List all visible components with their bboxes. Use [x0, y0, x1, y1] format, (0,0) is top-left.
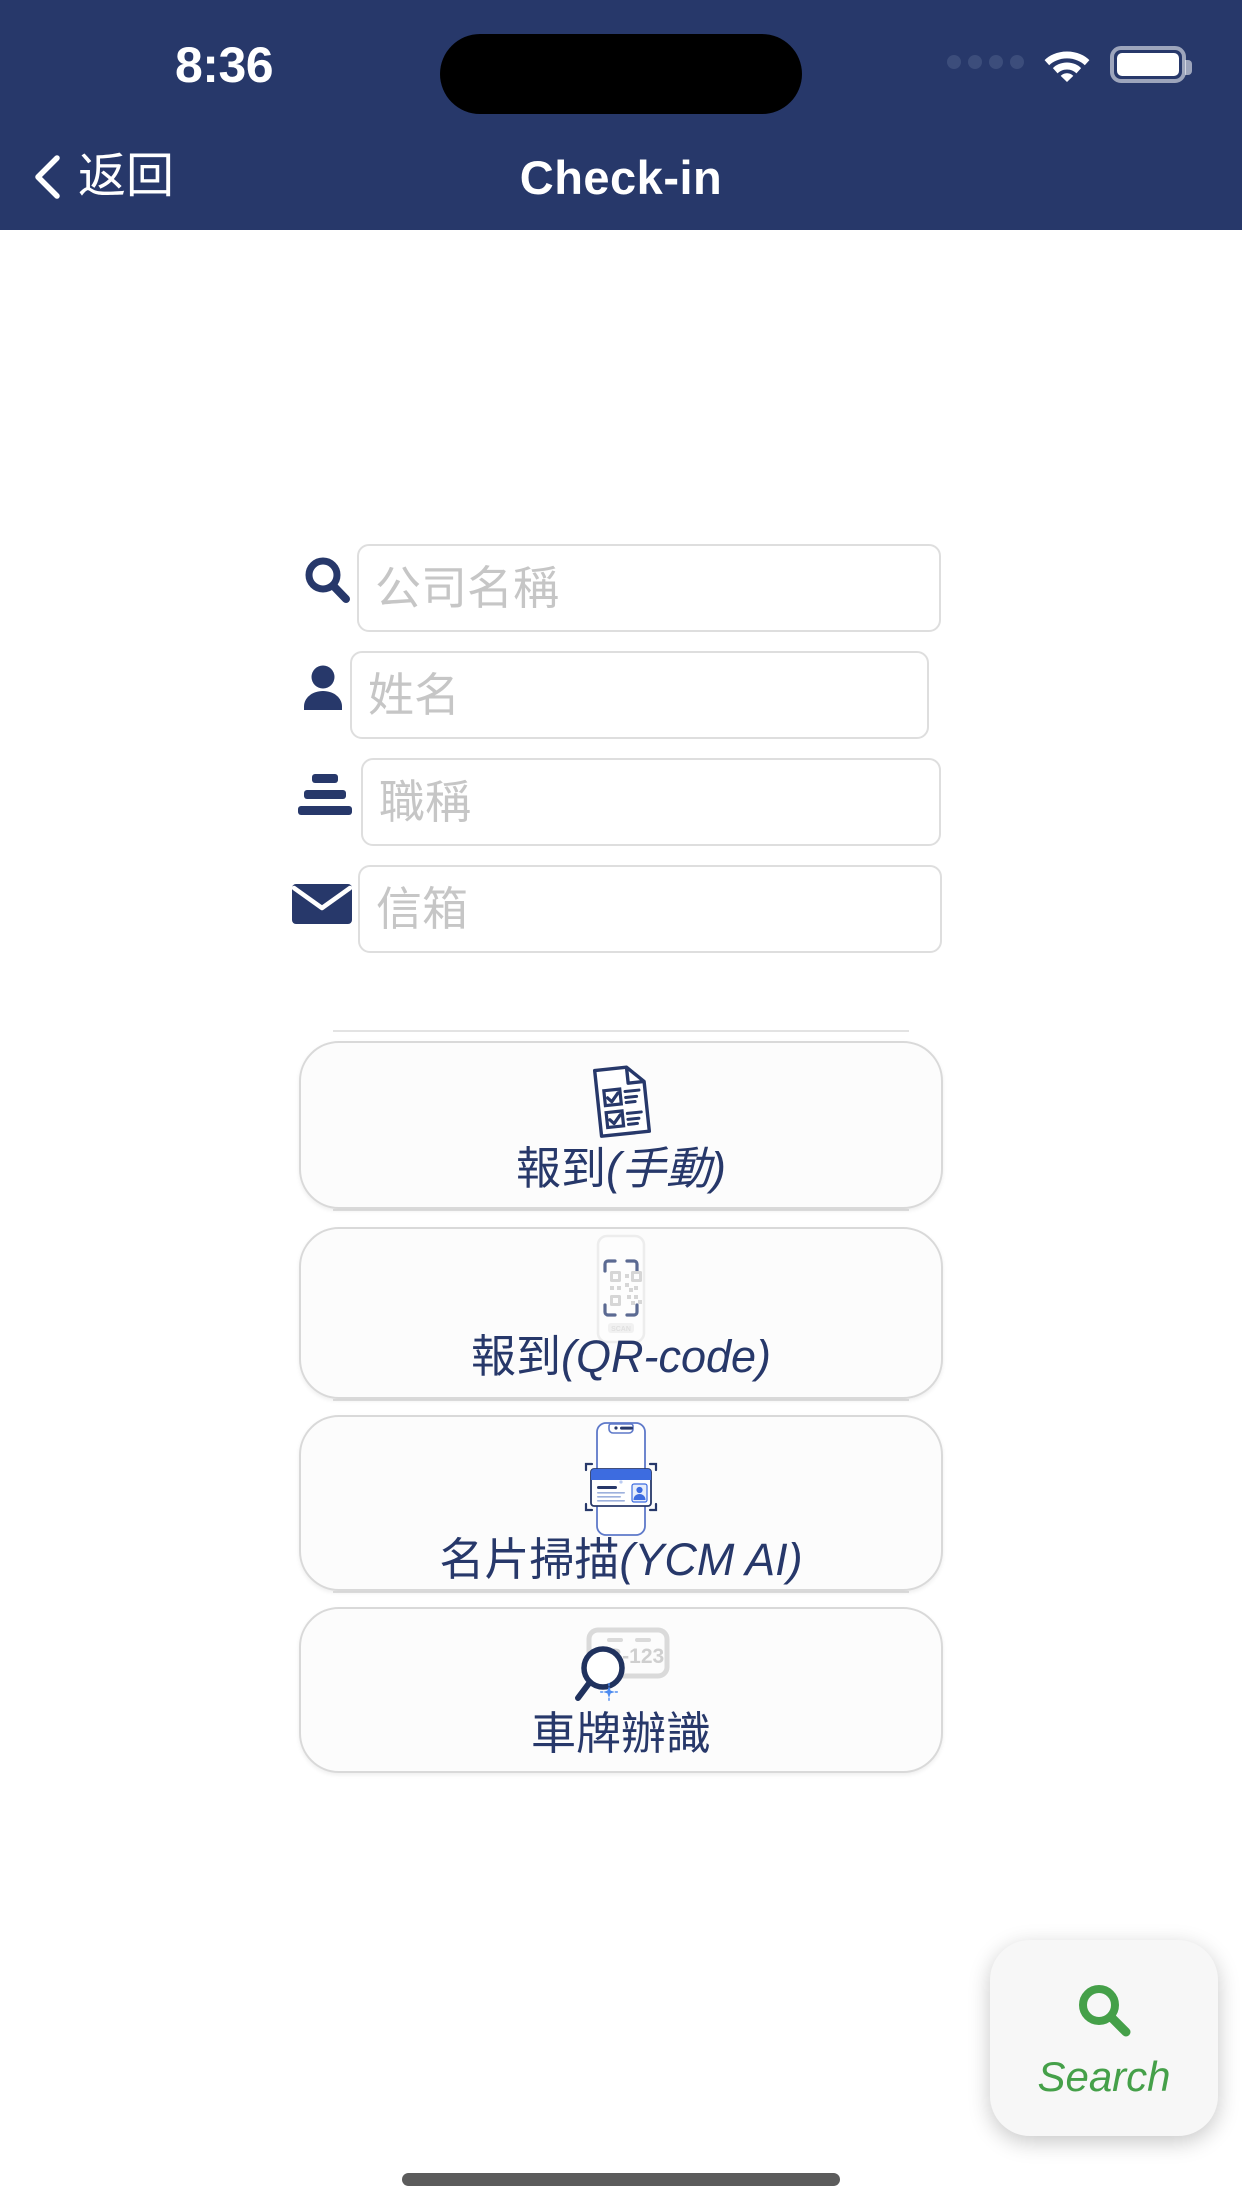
- dynamic-island: [440, 34, 802, 114]
- check-in-form: [0, 534, 1242, 962]
- email-input[interactable]: [358, 864, 942, 953]
- person-icon: [292, 657, 354, 719]
- navigation-bar: 返回 Check-in: [0, 124, 1242, 230]
- action-business-card-scan[interactable]: 名片掃描(YCM AI): [299, 1415, 943, 1591]
- status-bar-time: 8:36: [175, 37, 274, 93]
- field-company: [0, 534, 1242, 641]
- wifi-icon: [1043, 46, 1091, 82]
- divider: [333, 1591, 909, 1593]
- rank-lines-icon: [294, 764, 356, 826]
- signal-dots-icon: [947, 55, 1024, 73]
- license-plate-magnifier-icon: AB-123: [555, 1625, 687, 1707]
- field-email: [0, 855, 1242, 962]
- search-fab-label: Search: [1037, 2052, 1171, 2100]
- action-manual-check-in[interactable]: 報到(手動): [299, 1041, 943, 1209]
- action-qr-check-in[interactable]: SCAN 報到(QR-code): [299, 1227, 943, 1399]
- checklist-document-icon: [578, 1060, 664, 1142]
- field-name: [0, 641, 1242, 748]
- search-icon: [1071, 1979, 1137, 2050]
- job-title-input[interactable]: [361, 757, 941, 846]
- battery-full-icon: [1110, 45, 1192, 83]
- action-license-plate-recognition[interactable]: AB-123 車牌辦識: [299, 1607, 943, 1773]
- home-indicator[interactable]: [402, 2173, 840, 2186]
- search-icon: [296, 550, 358, 612]
- back-button-label: 返回: [78, 150, 175, 203]
- action-label: 報到(QR-code): [470, 1330, 772, 1382]
- field-job-title: [0, 748, 1242, 855]
- company-input[interactable]: [357, 543, 941, 632]
- divider: [333, 1399, 909, 1401]
- action-label: 名片掃描(YCM AI): [439, 1533, 803, 1585]
- action-label: 車牌辦識: [530, 1707, 711, 1759]
- envelope-icon: [291, 873, 353, 935]
- status-bar: 8:36: [0, 0, 1242, 124]
- check-in-screen: 8:36 返回 Check-in 公司名稱 姓名 職稱 信箱 報到(手動) SC…: [0, 0, 1242, 2208]
- back-button[interactable]: 返回: [26, 124, 186, 230]
- name-input[interactable]: [350, 650, 929, 739]
- page-title: Check-in: [519, 150, 723, 204]
- chevron-left-icon: [34, 155, 60, 199]
- divider: [333, 1209, 909, 1211]
- action-label: 報到(手動): [516, 1142, 726, 1194]
- search-fab-button[interactable]: Search: [990, 1940, 1218, 2136]
- action-button-list: 報到(手動) SCAN 報到(QR-code) 名片掃描(YCM AI) AB-…: [0, 1030, 1242, 1773]
- qr-scan-phone-icon: SCAN: [572, 1234, 670, 1343]
- status-bar-indicators: [947, 42, 1192, 86]
- phone-business-card-scan-icon: [559, 1421, 683, 1536]
- divider: [333, 1030, 909, 1032]
